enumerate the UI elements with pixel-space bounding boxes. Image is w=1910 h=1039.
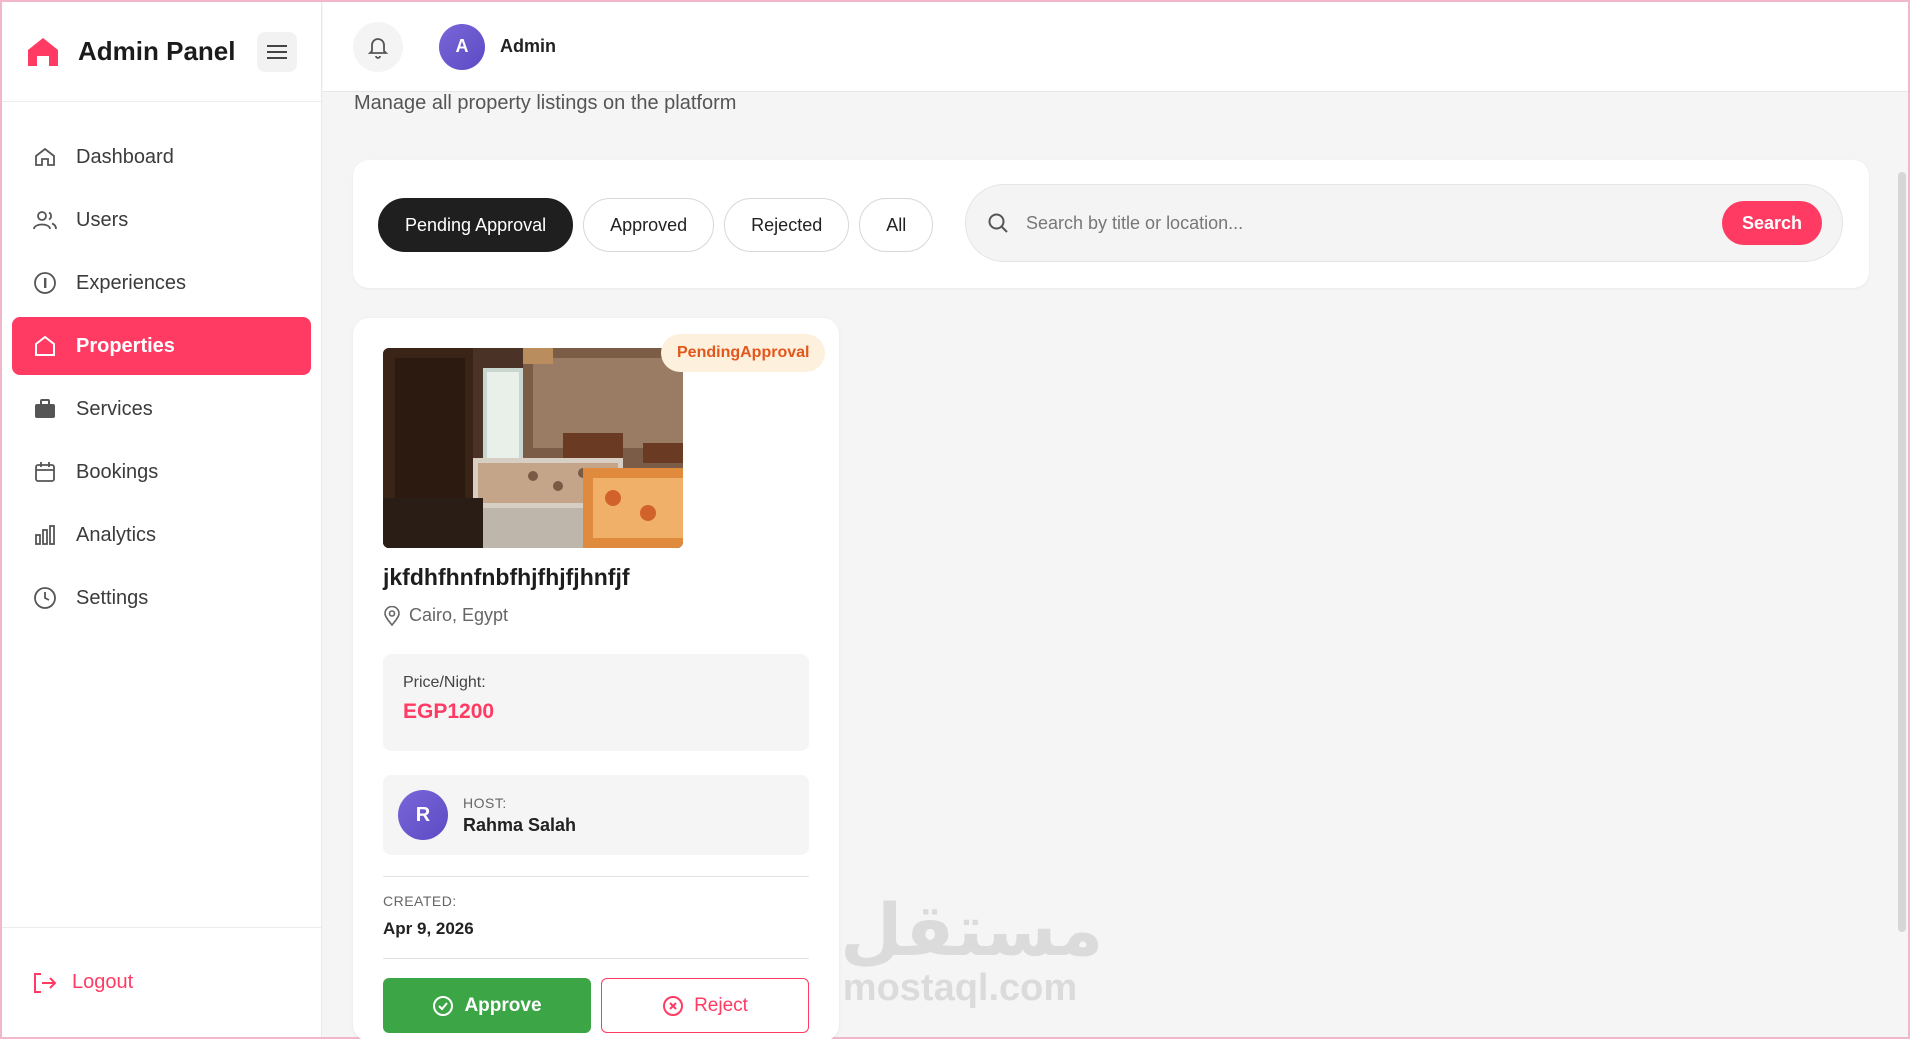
- home-icon: [32, 144, 58, 170]
- sidebar-item-label: Properties: [76, 334, 175, 357]
- sidebar-item-properties[interactable]: Properties: [12, 317, 311, 375]
- users-icon: [32, 207, 58, 233]
- host-label: HOST:: [463, 794, 507, 811]
- scrollbar[interactable]: [1898, 172, 1906, 932]
- logout-button[interactable]: Logout: [32, 971, 133, 995]
- sidebar-item-label: Dashboard: [76, 145, 174, 168]
- clock-icon: [32, 585, 58, 611]
- created-label: CREATED:: [383, 893, 457, 909]
- sidebar-header: Admin Panel: [2, 2, 321, 102]
- created-date: Apr 9, 2026: [383, 919, 474, 938]
- host-avatar: R: [398, 790, 448, 840]
- approve-button[interactable]: Approve: [383, 978, 591, 1033]
- logo-house-icon: [28, 37, 58, 66]
- tab-rejected[interactable]: Rejected: [724, 198, 850, 252]
- hamburger-icon: [267, 44, 287, 59]
- sidebar-item-users[interactable]: Users: [12, 191, 311, 249]
- tab-pending-approval[interactable]: Pending Approval: [378, 198, 574, 252]
- search-button[interactable]: Search: [1721, 201, 1822, 245]
- filter-panel: Pending Approval Approved Rejected All S…: [353, 160, 1869, 288]
- notifications-button[interactable]: [353, 21, 403, 72]
- sidebar-item-bookings[interactable]: Bookings: [12, 443, 311, 501]
- search-input[interactable]: [1026, 212, 1722, 234]
- menu-toggle-button[interactable]: [257, 31, 297, 72]
- compass-icon: [32, 270, 58, 296]
- user-name[interactable]: Admin: [500, 36, 556, 57]
- avatar[interactable]: A: [439, 23, 485, 70]
- x-circle-icon: [662, 995, 684, 1017]
- sidebar-item-services[interactable]: Services: [12, 380, 311, 438]
- search-icon: [988, 213, 1008, 233]
- sidebar-item-label: Settings: [76, 586, 149, 609]
- price-box: Price/Night: EGP1200: [383, 654, 809, 751]
- price-label: Price/Night:: [403, 674, 486, 691]
- house-icon: [32, 333, 58, 359]
- bell-icon: [367, 37, 389, 59]
- created-info: CREATED: Apr 9, 2026: [383, 893, 474, 939]
- reject-label: Reject: [694, 994, 748, 1016]
- reject-button[interactable]: Reject: [601, 978, 809, 1033]
- watermark-arabic: مستقل: [840, 888, 1104, 972]
- price-value: EGP1200: [403, 700, 495, 723]
- sidebar-item-dashboard[interactable]: Dashboard: [12, 128, 311, 186]
- map-pin-icon: [383, 605, 401, 626]
- briefcase-icon: [32, 396, 58, 422]
- sidebar-item-label: Bookings: [76, 460, 159, 483]
- divider: [383, 958, 809, 959]
- sidebar-item-label: Experiences: [76, 271, 187, 294]
- sidebar-item-label: Users: [76, 208, 129, 231]
- watermark-latin: mostaql.com: [842, 967, 1078, 1009]
- watermark: مستقل mostaql.com: [840, 888, 1104, 1009]
- check-circle-icon: [432, 995, 454, 1017]
- top-bar: A Admin: [323, 2, 1908, 92]
- divider: [383, 876, 809, 877]
- sidebar-item-experiences[interactable]: Experiences: [12, 254, 311, 312]
- search-bar: Search: [965, 184, 1843, 262]
- status-badge: PendingApproval: [661, 334, 826, 372]
- property-photo[interactable]: [383, 348, 683, 548]
- calendar-icon: [32, 459, 58, 485]
- property-location: Cairo, Egypt: [383, 605, 508, 626]
- property-title[interactable]: jkfdhfhnfnbfhjfhjfjhnfjf: [383, 564, 630, 591]
- sidebar-item-analytics[interactable]: Analytics: [12, 506, 311, 564]
- status-tabs: Pending Approval Approved Rejected All: [378, 198, 943, 252]
- tab-all[interactable]: All: [859, 198, 934, 252]
- sidebar-item-label: Analytics: [76, 523, 157, 546]
- logout-icon: [32, 971, 58, 995]
- sidebar-footer: Logout: [2, 927, 321, 1037]
- brand-title: Admin Panel: [78, 36, 236, 66]
- tab-approved[interactable]: Approved: [583, 198, 715, 252]
- host-name: Rahma Salah: [463, 814, 577, 835]
- host-box: R HOST: Rahma Salah: [383, 775, 809, 855]
- approve-label: Approve: [464, 994, 542, 1016]
- sidebar: Admin Panel Dashboard Users Experiences …: [2, 2, 322, 1037]
- logout-label: Logout: [72, 971, 134, 993]
- sidebar-nav: Dashboard Users Experiences Properties S…: [2, 102, 321, 627]
- sidebar-item-settings[interactable]: Settings: [12, 569, 311, 627]
- page-subtitle: Manage all property listings on the plat…: [354, 92, 737, 114]
- property-card: PendingApproval jkfdhfhnfnbfhjfhjfjhnfjf…: [353, 318, 839, 1039]
- location-text: Cairo, Egypt: [409, 605, 509, 625]
- sidebar-item-label: Services: [76, 397, 153, 420]
- bar-chart-icon: [32, 522, 58, 548]
